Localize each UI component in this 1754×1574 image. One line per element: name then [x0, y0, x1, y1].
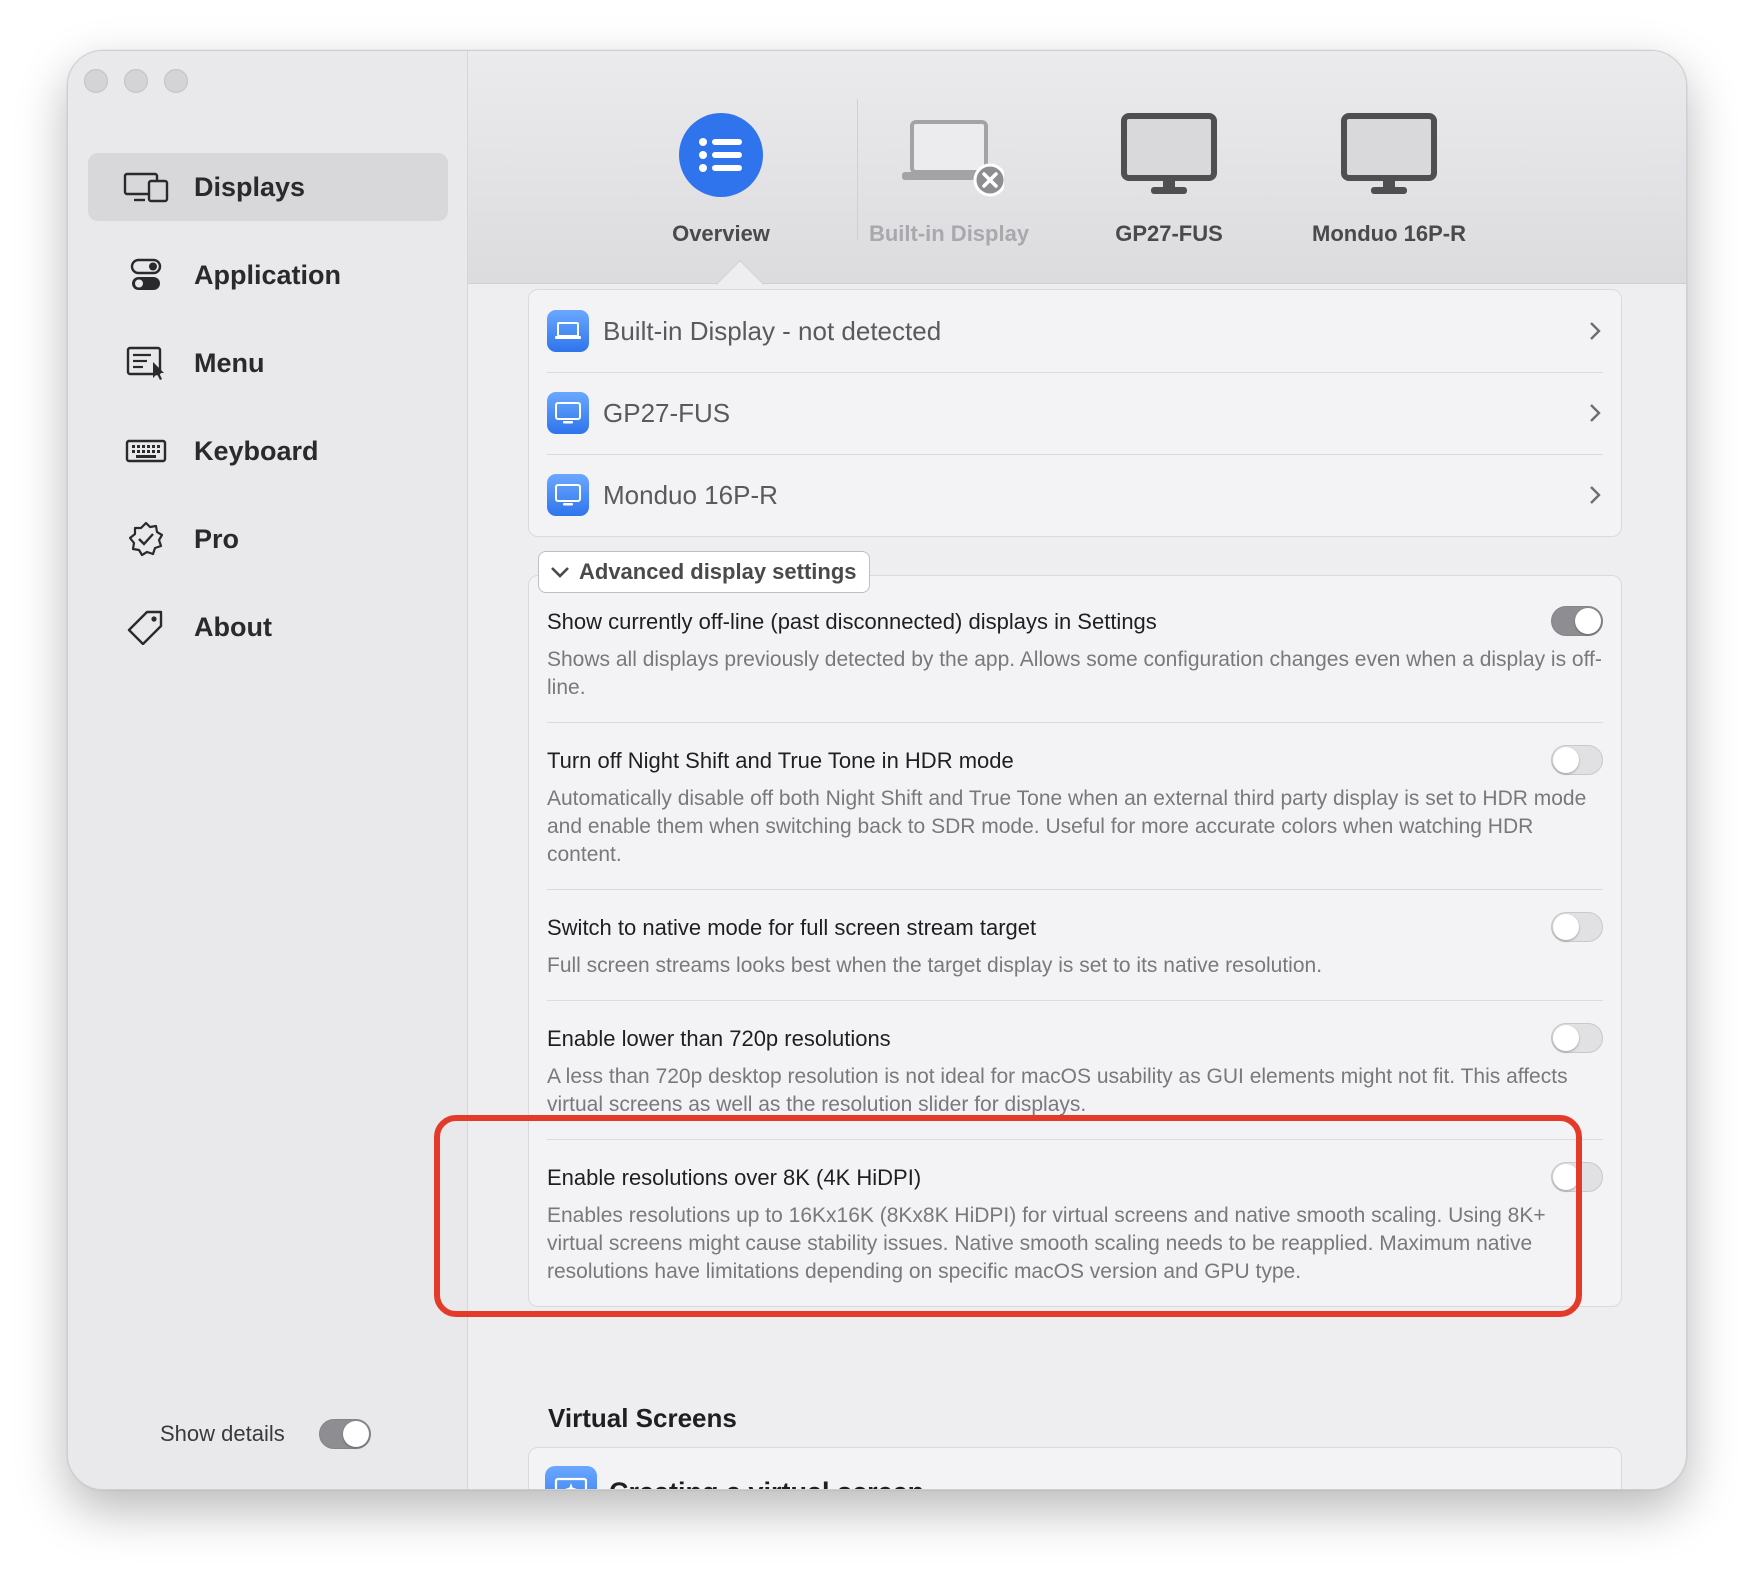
- app-window: Displays Application Menu Keyboard Pro A…: [67, 50, 1687, 1490]
- close-window-button[interactable]: [84, 69, 108, 93]
- setting-over-8k: Enable resolutions over 8K (4K HiDPI) En…: [529, 1139, 1621, 1306]
- chevron-right-icon: [1590, 404, 1601, 422]
- setting-offline-displays: Show currently off-line (past disconnect…: [529, 584, 1621, 722]
- night-shift-hdr-toggle[interactable]: [1551, 745, 1603, 775]
- laptop-icon: [547, 310, 589, 352]
- keyboard-icon: [122, 433, 170, 469]
- chevron-right-icon: [1590, 322, 1601, 340]
- setting-description: Automatically disable off both Night Shi…: [547, 787, 1587, 866]
- sidebar: Displays Application Menu Keyboard Pro A…: [68, 51, 468, 1489]
- tab-label: GP27-FUS: [1115, 221, 1223, 246]
- monitor-icon: [1121, 113, 1217, 194]
- main-content: Overview Built-in Display GP27-FUS Mondu: [468, 51, 1686, 1489]
- create-virtual-screen-row[interactable]: Creating a virtual screen: [529, 1448, 1621, 1489]
- sidebar-item-label: Displays: [194, 171, 306, 202]
- tab-overview[interactable]: Overview: [621, 103, 821, 247]
- setting-title: Enable resolutions over 8K (4K HiDPI): [547, 1165, 922, 1190]
- display-name: Built-in Display - not detected: [603, 315, 942, 346]
- setting-description: Shows all displays previously detected b…: [547, 648, 1602, 699]
- display-name: Monduo 16P-R: [603, 479, 778, 510]
- sidebar-nav: Displays Application Menu Keyboard Pro A…: [88, 153, 448, 681]
- sidebar-item-menu[interactable]: Menu: [88, 329, 448, 397]
- sidebar-item-pro[interactable]: Pro: [88, 505, 448, 573]
- sidebar-item-label: Keyboard: [194, 435, 319, 466]
- setting-lower-than-720p: Enable lower than 720p resolutions A les…: [529, 1000, 1621, 1139]
- advanced-settings-card: Show currently off-line (past disconnect…: [528, 575, 1622, 1307]
- setting-title: Enable lower than 720p resolutions: [547, 1026, 891, 1051]
- laptop-disconnected-icon: [902, 120, 1004, 197]
- sidebar-item-label: Menu: [194, 347, 265, 378]
- display-row-gp27-fus[interactable]: GP27-FUS: [529, 372, 1621, 454]
- show-details: Show details: [160, 1419, 371, 1449]
- show-details-toggle[interactable]: [318, 1419, 371, 1449]
- display-list: Built-in Display - not detected GP27-FUS…: [528, 289, 1622, 537]
- badge-check-icon: [122, 521, 170, 557]
- setting-description: Full screen streams looks best when the …: [547, 954, 1323, 977]
- tab-label: Built-in Display: [868, 221, 1030, 246]
- tab-label: Overview: [672, 221, 770, 246]
- virtual-screens-card: Creating a virtual screen: [528, 1447, 1622, 1489]
- sidebar-item-label: Pro: [194, 523, 240, 554]
- setting-native-mode-stream: Switch to native mode for full screen st…: [529, 889, 1621, 1000]
- display-row-built-in[interactable]: Built-in Display - not detected: [529, 290, 1621, 372]
- sidebar-item-label: Application: [194, 259, 341, 290]
- tab-gp27-fus[interactable]: GP27-FUS: [1069, 103, 1269, 247]
- monitor-icon: [1341, 113, 1437, 194]
- lower-than-720p-toggle[interactable]: [1551, 1023, 1603, 1053]
- setting-title: Turn off Night Shift and True Tone in HD…: [547, 748, 1014, 773]
- overview-scroll-area[interactable]: Built-in Display - not detected GP27-FUS…: [468, 285, 1686, 1489]
- sidebar-item-about[interactable]: About: [88, 593, 448, 661]
- tab-label: Monduo 16P-R: [1312, 221, 1466, 246]
- chevron-right-icon: [1590, 486, 1601, 504]
- virtual-screens-heading: Virtual Screens: [548, 1403, 737, 1433]
- over-8k-toggle[interactable]: [1551, 1162, 1603, 1192]
- chevron-down-icon: [551, 567, 569, 578]
- sidebar-item-displays[interactable]: Displays: [88, 153, 448, 221]
- zoom-window-button[interactable]: [164, 69, 188, 93]
- advanced-display-settings-button[interactable]: Advanced display settings: [538, 551, 870, 593]
- display-name: GP27-FUS: [603, 397, 731, 428]
- tag-icon: [122, 609, 170, 645]
- virtual-screen-item-label: Creating a virtual screen: [609, 1477, 924, 1490]
- setting-night-shift-hdr: Turn off Night Shift and True Tone in HD…: [529, 722, 1621, 889]
- monitor-icon: [547, 474, 589, 516]
- offline-displays-toggle[interactable]: [1551, 606, 1603, 636]
- sidebar-item-label: About: [194, 611, 272, 642]
- native-mode-stream-toggle[interactable]: [1551, 912, 1603, 942]
- toggles-icon: [122, 257, 170, 293]
- list-icon: [679, 113, 763, 197]
- setting-description: A less than 720p desktop resolution is n…: [547, 1065, 1568, 1116]
- display-tab-bar: Overview Built-in Display GP27-FUS Mondu: [468, 51, 1686, 309]
- monitor-icon: [547, 392, 589, 434]
- menu-icon: [122, 345, 170, 381]
- show-details-label: Show details: [160, 1421, 285, 1446]
- tab-built-in-display[interactable]: Built-in Display: [849, 103, 1049, 247]
- setting-title: Show currently off-line (past disconnect…: [547, 609, 1157, 634]
- sidebar-item-keyboard[interactable]: Keyboard: [88, 417, 448, 485]
- virtual-screen-icon: [545, 1466, 597, 1489]
- setting-description: Enables resolutions up to 16Kx16K (8Kx8K…: [547, 1204, 1546, 1283]
- setting-title: Switch to native mode for full screen st…: [547, 915, 1037, 940]
- sidebar-item-application[interactable]: Application: [88, 241, 448, 309]
- advanced-button-label: Advanced display settings: [579, 559, 857, 584]
- window-controls: [84, 69, 188, 93]
- display-row-monduo-16p-r[interactable]: Monduo 16P-R: [529, 454, 1621, 536]
- displays-icon: [122, 169, 170, 205]
- minimize-window-button[interactable]: [124, 69, 148, 93]
- tab-monduo-16p-r[interactable]: Monduo 16P-R: [1289, 103, 1489, 247]
